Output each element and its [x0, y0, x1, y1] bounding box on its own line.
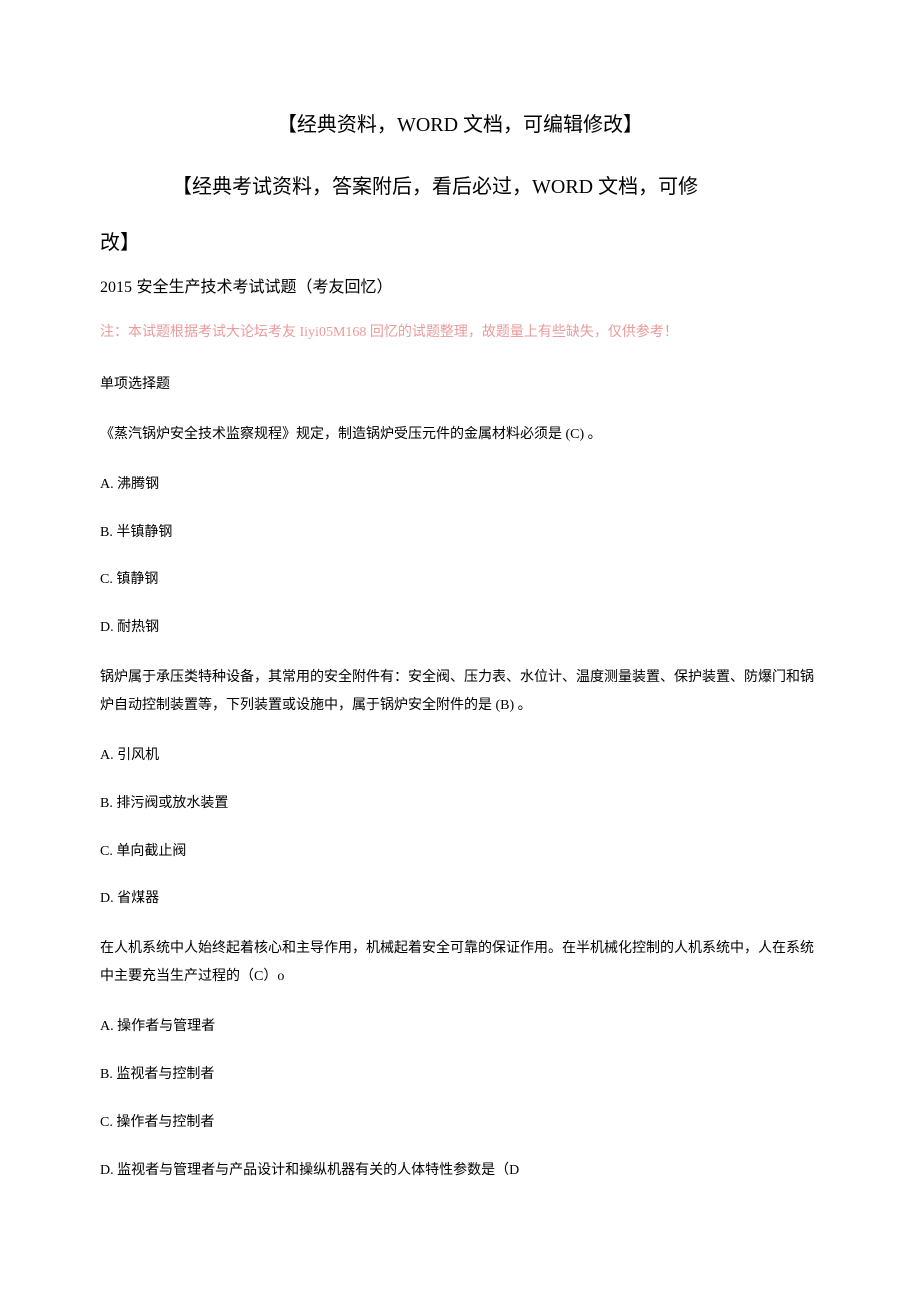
- subtitle-rest: 安全生产技术考试试题（考友回忆）: [132, 279, 392, 296]
- header-line-1-word: WORD: [397, 114, 458, 136]
- note-line: 注：本试题根据考试大论坛考友 Iiyi05M168 回忆的试题整理，故题量上有些…: [100, 321, 820, 345]
- header-line-1-suffix: 文档，可编辑修改】: [458, 114, 643, 136]
- q3-stem: 在人机系统中人始终起着核心和主导作用，机械起着安全可靠的保证作用。在半机械化控制…: [100, 935, 820, 991]
- q1-option-b: B. 半镇静钢: [100, 521, 820, 545]
- header-line-1: 【经典资料，WORD 文档，可编辑修改】: [100, 108, 820, 142]
- header-line-1-prefix: 【经典资料，: [277, 114, 397, 136]
- q2-option-c: C. 单向截止阀: [100, 840, 820, 864]
- q3-option-b: B. 监视者与控制者: [100, 1063, 820, 1087]
- note-prefix: 注：本试题根据考试大论坛考友: [100, 325, 300, 340]
- q3-option-d: D. 监视者与管理者与产品设计和操纵机器有关的人体特性参数是（D: [100, 1159, 820, 1183]
- q3-option-c: C. 操作者与控制者: [100, 1111, 820, 1135]
- q1-stem: 《蒸汽锅炉安全技术监察规程》规定，制造锅炉受压元件的金属材料必须是 (C) 。: [100, 421, 820, 449]
- q2-stem: 锅炉属于承压类特种设备，其常用的安全附件有：安全阀、压力表、水位计、温度测量装置…: [100, 664, 820, 720]
- note-suffix: 回忆的试题整理，故题量上有些缺失，仅供参考！: [366, 325, 678, 340]
- note-user: Iiyi05M168: [300, 325, 367, 340]
- q2-option-d: D. 省煤器: [100, 887, 820, 911]
- document-subtitle: 2015 安全生产技术考试试题（考友回忆）: [100, 274, 820, 301]
- q2-option-a: A. 引风机: [100, 744, 820, 768]
- subtitle-year: 2015: [100, 279, 132, 296]
- header-line-2-suffix: 文档，可修: [593, 176, 698, 198]
- header-line-2: 【经典考试资料，答案附后，看后必过，WORD 文档，可修: [100, 170, 820, 204]
- header-line-3: 改】: [100, 226, 820, 260]
- q1-option-c: C. 镇静钢: [100, 568, 820, 592]
- header-line-2-prefix: 【经典考试资料，答案附后，看后必过，: [172, 176, 532, 198]
- document-page: 【经典资料，WORD 文档，可编辑修改】 【经典考试资料，答案附后，看后必过，W…: [0, 0, 920, 1266]
- q1-option-d: D. 耐热钢: [100, 616, 820, 640]
- q3-option-a: A. 操作者与管理者: [100, 1015, 820, 1039]
- q1-option-a: A. 沸腾钢: [100, 473, 820, 497]
- section-title: 单项选择题: [100, 373, 820, 397]
- q2-option-b: B. 排污阀或放水装置: [100, 792, 820, 816]
- header-line-2-word: WORD: [532, 176, 593, 198]
